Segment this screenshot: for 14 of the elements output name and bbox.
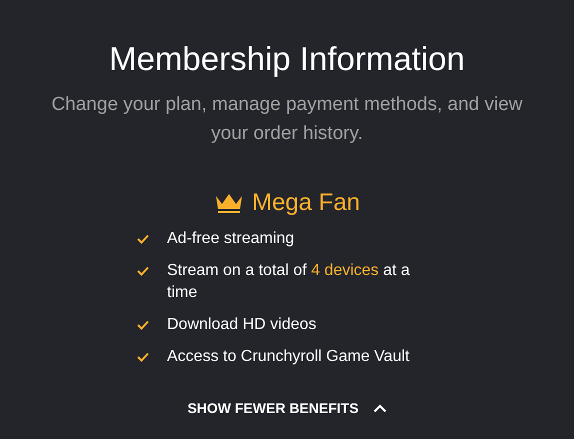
caret-icon	[372, 404, 387, 412]
plan-name: Mega Fan	[252, 188, 360, 218]
benefit-text: Ad-free streaming	[167, 229, 296, 249]
check-icon	[137, 352, 149, 362]
show-fewer-benefits-button[interactable]: SHOW FEWER BENEFITS	[183, 396, 391, 420]
check-icon	[137, 234, 149, 244]
page-subtitle: Change your plan, manage payment methods, and view your order history.	[50, 93, 524, 146]
benefit-text: Access to Crunchyroll Game Vault	[167, 347, 410, 367]
benefit-text: Stream on a total of 4 devices at a time	[167, 261, 411, 303]
check-icon	[137, 320, 149, 330]
check-icon	[137, 266, 149, 276]
crown-icon	[214, 192, 244, 214]
page-title: Membership Information	[109, 39, 465, 79]
benefit-text: Download HD videos	[167, 315, 318, 335]
